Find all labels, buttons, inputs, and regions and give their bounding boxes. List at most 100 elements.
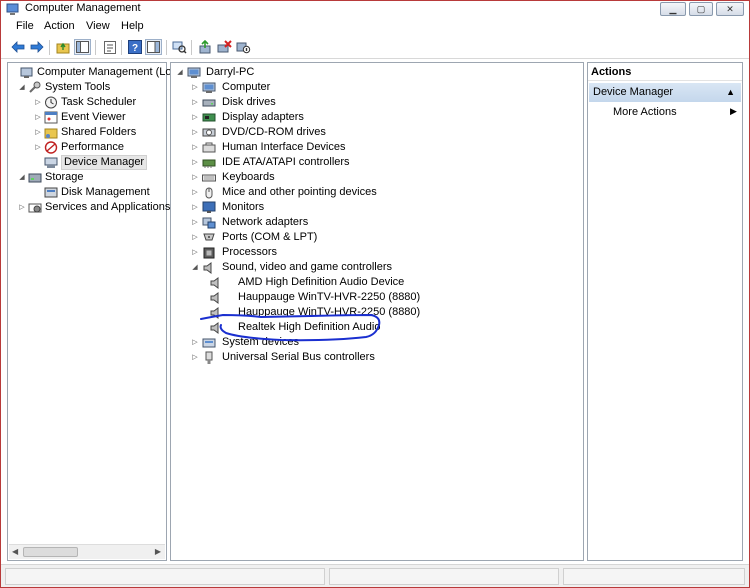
menu-action[interactable]: Action <box>44 20 75 32</box>
disable-button[interactable] <box>235 39 252 55</box>
speaker-icon <box>210 307 219 319</box>
menu-file[interactable]: File <box>16 20 34 32</box>
up-one-level-button[interactable] <box>55 39 72 55</box>
collapsed-triangle-icon[interactable]: ▷ <box>191 354 199 362</box>
storage-icon <box>28 173 42 183</box>
device-category-dvd-cd-rom-drives[interactable]: ▷ DVD/CD-ROM drives <box>191 125 581 140</box>
tree-item-shared-folders[interactable]: ▷ Shared Folders <box>8 125 166 140</box>
expanded-triangle-icon[interactable]: ◢ <box>176 69 184 77</box>
device-category-computer[interactable]: ▷ Computer <box>191 80 581 95</box>
computer-icon <box>187 67 201 78</box>
scroll-left-icon[interactable]: ◀ <box>12 547 18 556</box>
device-category-human-interface-devices[interactable]: ▷ Human Interface Devices <box>191 140 581 155</box>
forward-button[interactable] <box>28 39 45 55</box>
device-category-disk-drives[interactable]: ▷ Disk drives <box>191 95 581 110</box>
horizontal-scrollbar[interactable]: ◀ ▶ <box>9 544 165 559</box>
collapsed-triangle-icon[interactable]: ▷ <box>34 114 42 122</box>
clock-icon <box>45 96 57 109</box>
tree-item-device-manager[interactable]: Device Manager <box>8 155 166 170</box>
menu-bar: File Action View Help <box>1 19 749 36</box>
minimize-button[interactable]: ▁ <box>660 2 686 16</box>
collapsed-triangle-icon[interactable]: ▷ <box>191 129 199 137</box>
ide-controller-icon <box>202 159 216 168</box>
collapsed-triangle-icon[interactable]: ▷ <box>191 114 199 122</box>
collapsed-triangle-icon[interactable]: ▷ <box>191 174 199 182</box>
properties-icon <box>103 40 116 54</box>
action-pane-icon <box>147 41 160 53</box>
device-item[interactable]: AMD High Definition Audio Device <box>209 275 579 290</box>
device-category-keyboards[interactable]: ▷ Keyboards <box>191 170 581 185</box>
properties-button[interactable] <box>101 39 118 55</box>
device-category-display-adapters[interactable]: ▷ Display adapters <box>191 110 581 125</box>
device-item-label: Realtek High Definition Audio <box>238 321 381 333</box>
device-item[interactable]: Hauppauge WinTV-HVR-2250 (8880) <box>209 305 579 320</box>
device-category-mice-and-other-pointing-devices[interactable]: ▷ Mice and other pointing devices <box>191 185 581 200</box>
device-category-ide-ata-atapi-controllers[interactable]: ▷ IDE ATA/ATAPI controllers <box>191 155 581 170</box>
collapsed-triangle-icon[interactable]: ▷ <box>191 84 199 92</box>
tree-item-task-scheduler[interactable]: ▷ Task Scheduler <box>8 95 166 110</box>
scrollbar-thumb[interactable] <box>23 547 78 557</box>
update-driver-button[interactable] <box>197 39 214 55</box>
device-item[interactable]: Hauppauge WinTV-HVR-2250 (8880) <box>209 290 579 305</box>
collapsed-triangle-icon[interactable]: ▷ <box>191 234 199 242</box>
device-category-universal-serial-bus-controllers[interactable]: ▷ Universal Serial Bus controllers <box>191 350 581 365</box>
back-button[interactable] <box>9 39 26 55</box>
help-button[interactable]: ? <box>126 39 143 55</box>
status-bar <box>1 564 749 587</box>
tree-item-storage[interactable]: ◢ Storage <box>8 170 166 185</box>
performance-icon <box>44 141 58 154</box>
collapsed-triangle-icon[interactable]: ▷ <box>191 339 199 347</box>
maximize-button[interactable]: ▢ <box>689 2 713 16</box>
scan-hardware-button[interactable] <box>171 39 188 55</box>
collapsed-triangle-icon[interactable]: ▷ <box>191 144 199 152</box>
device-category-network-adapters[interactable]: ▷ Network adapters <box>191 215 581 230</box>
expanded-triangle-icon[interactable]: ◢ <box>191 264 199 272</box>
collapsed-triangle-icon[interactable]: ▷ <box>191 249 199 257</box>
show-hide-action-pane-button[interactable] <box>145 39 162 55</box>
device-category-processors[interactable]: ▷ Processors <box>191 245 581 260</box>
more-actions-item[interactable]: More Actions <box>613 105 677 120</box>
device-category-sound-video-and-game-controllers[interactable]: ◢ Sound, video and game controllers <box>191 260 581 275</box>
actions-section-device-manager[interactable]: Device Manager ▲ <box>589 83 741 102</box>
scroll-right-icon[interactable]: ▶ <box>155 547 161 556</box>
menu-view[interactable]: View <box>86 20 110 32</box>
collapsed-triangle-icon[interactable]: ▷ <box>191 99 199 107</box>
menu-help[interactable]: Help <box>121 20 144 32</box>
collapsed-triangle-icon[interactable]: ▷ <box>34 144 42 152</box>
tree-item-event-viewer[interactable]: ▷ Event Viewer <box>8 110 166 125</box>
tree-item-services-and-applications[interactable]: ▷ Services and Applications <box>8 200 170 215</box>
collapse-up-icon[interactable]: ▲ <box>726 83 735 102</box>
tree-item-label: Services and Applications <box>45 201 171 213</box>
tree-item-system-tools[interactable]: ◢ System Tools <box>8 80 166 95</box>
tree-item-performance[interactable]: ▷ Performance <box>8 140 166 155</box>
tree-item-label: Device Manager <box>61 155 148 170</box>
keyboard-icon <box>202 174 216 182</box>
collapsed-triangle-icon[interactable]: ▷ <box>34 99 42 107</box>
console-tree-pane: Computer Management (Local ◢ System Tools ▷… <box>7 62 186 561</box>
status-segment-1 <box>5 568 325 585</box>
device-category-label: Network adapters <box>222 216 309 228</box>
device-category-monitors[interactable]: ▷ Monitors <box>191 200 581 215</box>
expanded-triangle-icon[interactable]: ◢ <box>18 84 26 92</box>
expanded-triangle-icon[interactable]: ◢ <box>18 174 26 182</box>
collapsed-triangle-icon[interactable]: ▷ <box>18 204 26 212</box>
show-hide-console-tree-button[interactable] <box>74 39 91 55</box>
collapsed-triangle-icon[interactable]: ▷ <box>191 159 199 167</box>
uninstall-button[interactable] <box>216 39 233 55</box>
collapsed-triangle-icon[interactable]: ▷ <box>34 129 42 137</box>
device-item[interactable]: Realtek High Definition Audio <box>209 320 579 335</box>
scan-hardware-icon <box>172 41 187 54</box>
tree-item-disk-management[interactable]: Disk Management <box>8 185 166 200</box>
network-adapter-icon <box>202 217 216 229</box>
speaker-icon <box>210 277 219 289</box>
device-category-ports-com-lpt[interactable]: ▷ Ports (COM & LPT) <box>191 230 581 245</box>
device-category-system-devices[interactable]: ▷ System devices <box>191 335 581 350</box>
tree-item-computer-management-local[interactable]: Computer Management (Local <box>8 65 186 80</box>
collapsed-triangle-icon[interactable]: ▷ <box>191 204 199 212</box>
close-button[interactable]: ✕ <box>716 2 744 16</box>
collapsed-triangle-icon[interactable]: ▷ <box>191 189 199 197</box>
collapsed-triangle-icon[interactable]: ▷ <box>191 219 199 227</box>
speaker-icon <box>203 262 212 274</box>
actions-header: Actions <box>588 63 742 81</box>
submenu-arrow-icon[interactable]: ▶ <box>730 106 737 117</box>
